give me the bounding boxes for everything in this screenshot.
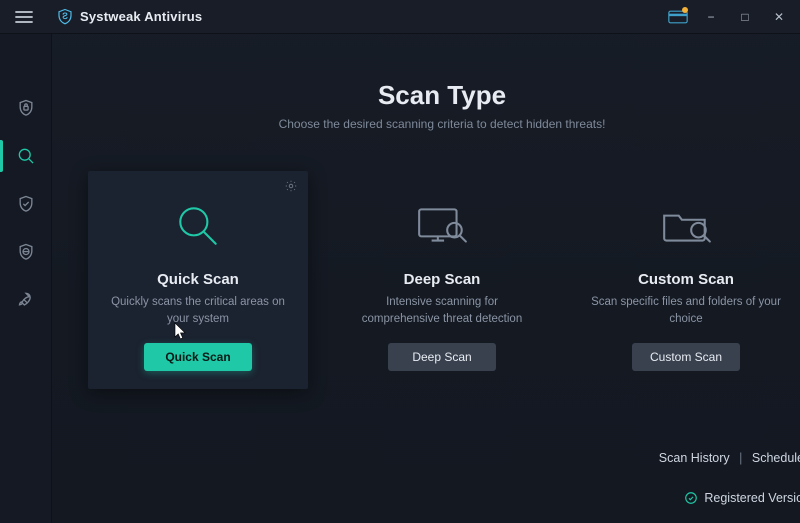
page-subtitle: Choose the desired scanning criteria to …	[80, 117, 800, 131]
maximize-icon: □	[741, 10, 748, 24]
footer-links: Scan History | Schedule	[659, 451, 800, 465]
card-quick-scan[interactable]: Quick Scan Quickly scans the critical ar…	[88, 171, 308, 389]
sidebar-item-web[interactable]	[0, 230, 52, 274]
body: Scan Type Choose the desired scanning cr…	[0, 34, 800, 523]
registered-badge: Registered Version	[684, 491, 800, 505]
card-desc: Scan specific files and folders of your …	[590, 294, 782, 327]
magnifier-large-icon	[173, 201, 223, 251]
scan-history-link[interactable]: Scan History	[659, 451, 730, 465]
custom-scan-button[interactable]: Custom Scan	[632, 343, 740, 371]
titlebar-left: Systweak Antivirus	[8, 1, 202, 33]
close-icon: ✕	[774, 10, 784, 24]
maximize-button[interactable]: □	[730, 5, 760, 29]
sidebar-item-realtime[interactable]	[0, 182, 52, 226]
deep-scan-icon-wrap	[415, 191, 469, 261]
minimize-icon: −	[707, 10, 714, 24]
card-title: Custom Scan	[638, 271, 734, 288]
titlebar: Systweak Antivirus − □ ✕	[0, 0, 800, 34]
sidebar-item-scan[interactable]	[0, 134, 52, 178]
menu-button[interactable]	[8, 1, 40, 33]
brand: Systweak Antivirus	[56, 8, 202, 26]
app-title: Systweak Antivirus	[80, 9, 202, 24]
sidebar-item-protection[interactable]	[0, 86, 52, 130]
monitor-scan-icon	[415, 205, 469, 247]
hamburger-icon	[15, 10, 33, 24]
schedule-link[interactable]: Schedule	[752, 451, 800, 465]
app-window: Systweak Antivirus − □ ✕	[0, 0, 800, 523]
quick-scan-icon-wrap	[173, 191, 223, 261]
minimize-button[interactable]: −	[696, 5, 726, 29]
rocket-icon	[16, 290, 36, 310]
card-custom-scan[interactable]: Custom Scan Scan specific files and fold…	[576, 171, 796, 389]
main: Scan Type Choose the desired scanning cr…	[52, 34, 800, 523]
quick-scan-settings-button[interactable]	[284, 179, 298, 198]
notification-dot-icon	[682, 7, 688, 13]
folder-scan-icon	[659, 205, 713, 247]
sidebar	[0, 34, 52, 523]
card-desc: Intensive scanning for comprehensive thr…	[346, 294, 538, 327]
store-button[interactable]	[664, 5, 692, 29]
sidebar-item-boost[interactable]	[0, 278, 52, 322]
check-circle-icon	[684, 491, 698, 505]
gear-icon	[284, 179, 298, 193]
quick-scan-button[interactable]: Quick Scan	[144, 343, 252, 371]
shield-e-icon	[16, 242, 36, 262]
card-deep-scan[interactable]: Deep Scan Intensive scanning for compreh…	[332, 171, 552, 389]
scan-cards: Quick Scan Quickly scans the critical ar…	[80, 171, 800, 389]
magnifier-icon	[16, 146, 36, 166]
page-title: Scan Type	[80, 80, 800, 111]
card-desc: Quickly scans the critical areas on your…	[102, 294, 294, 327]
deep-scan-button[interactable]: Deep Scan	[388, 343, 496, 371]
custom-scan-icon-wrap	[659, 191, 713, 261]
shield-check-icon	[16, 194, 36, 214]
footer-separator: |	[739, 451, 742, 465]
shield-lock-icon	[16, 98, 36, 118]
brand-shield-icon	[56, 8, 74, 26]
titlebar-right: − □ ✕	[664, 5, 794, 29]
close-button[interactable]: ✕	[764, 5, 794, 29]
registered-text: Registered Version	[704, 491, 800, 505]
card-title: Deep Scan	[404, 271, 481, 288]
card-title: Quick Scan	[157, 271, 239, 288]
